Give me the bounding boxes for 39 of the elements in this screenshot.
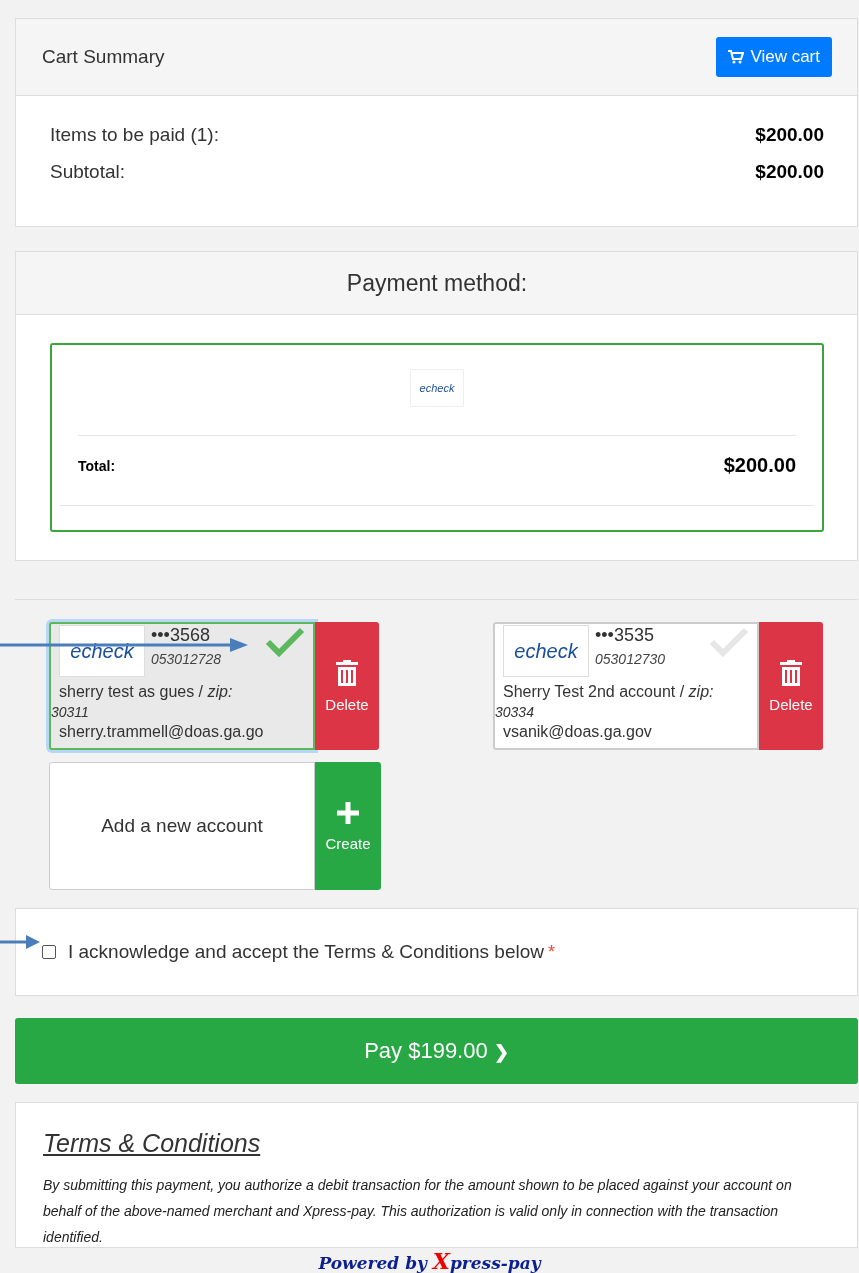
account-holder: Sherry Test 2nd account / zip: bbox=[502, 683, 715, 701]
plus-icon bbox=[336, 800, 360, 825]
cart-icon bbox=[728, 50, 745, 64]
pointer-arrow bbox=[0, 934, 42, 950]
routing-number: 053012728 bbox=[151, 651, 222, 667]
echeck-logo: echeck bbox=[410, 369, 464, 407]
payment-method-card[interactable]: echeck Total: $200.00 bbox=[50, 343, 824, 532]
summary-label: Subtotal: bbox=[50, 161, 125, 184]
total-label: Total: bbox=[78, 457, 116, 474]
payment-method-title: Payment method: bbox=[346, 269, 528, 297]
summary-label: Items to be paid (1): bbox=[50, 124, 219, 147]
summary-amount: $200.00 bbox=[755, 124, 824, 147]
account-email: sherry.trammell@doas.ga.go bbox=[58, 723, 265, 741]
add-account-label[interactable]: Add a new account bbox=[49, 762, 315, 890]
trash-icon bbox=[780, 659, 802, 686]
summary-amount: $200.00 bbox=[755, 161, 824, 184]
account-number: •••3535 bbox=[595, 625, 655, 645]
delete-button[interactable]: Delete bbox=[315, 622, 379, 750]
powered-by-logo: Powered by Xpress-pay bbox=[318, 1253, 541, 1273]
checkmark-icon bbox=[265, 627, 305, 657]
terms-checkbox[interactable] bbox=[42, 945, 56, 959]
account-holder: sherry test as gues / zip: bbox=[58, 683, 234, 701]
delete-button[interactable]: Delete bbox=[759, 622, 823, 750]
account-email: vsanik@doas.ga.gov bbox=[502, 723, 653, 741]
checkmark-icon bbox=[709, 627, 749, 657]
required-mark: * bbox=[548, 941, 555, 963]
view-cart-button[interactable]: View cart bbox=[716, 37, 832, 77]
total-amount: $200.00 bbox=[723, 454, 796, 477]
routing-number: 053012730 bbox=[595, 651, 666, 667]
account-number: •••3568 bbox=[151, 625, 211, 645]
echeck-logo: echeck bbox=[503, 625, 589, 677]
echeck-logo: echeck bbox=[59, 625, 145, 677]
zip-code: 30334 bbox=[495, 704, 535, 720]
terms-title: Terms & Conditions bbox=[43, 1129, 262, 1158]
zip-code: 30311 bbox=[51, 704, 90, 720]
cart-summary-title: Cart Summary bbox=[42, 46, 165, 68]
terms-checkbox-label[interactable]: I acknowledge and accept the Terms & Conditions below bbox=[68, 941, 544, 963]
trash-icon bbox=[336, 659, 358, 686]
terms-text: By submitting this payment, you authorize a debit transaction for the amount shown to be placed against your account on behalf of the above-named merchant and Xpress-pay. This authorization is valid only in connection with the transaction identified. bbox=[43, 1176, 793, 1247]
